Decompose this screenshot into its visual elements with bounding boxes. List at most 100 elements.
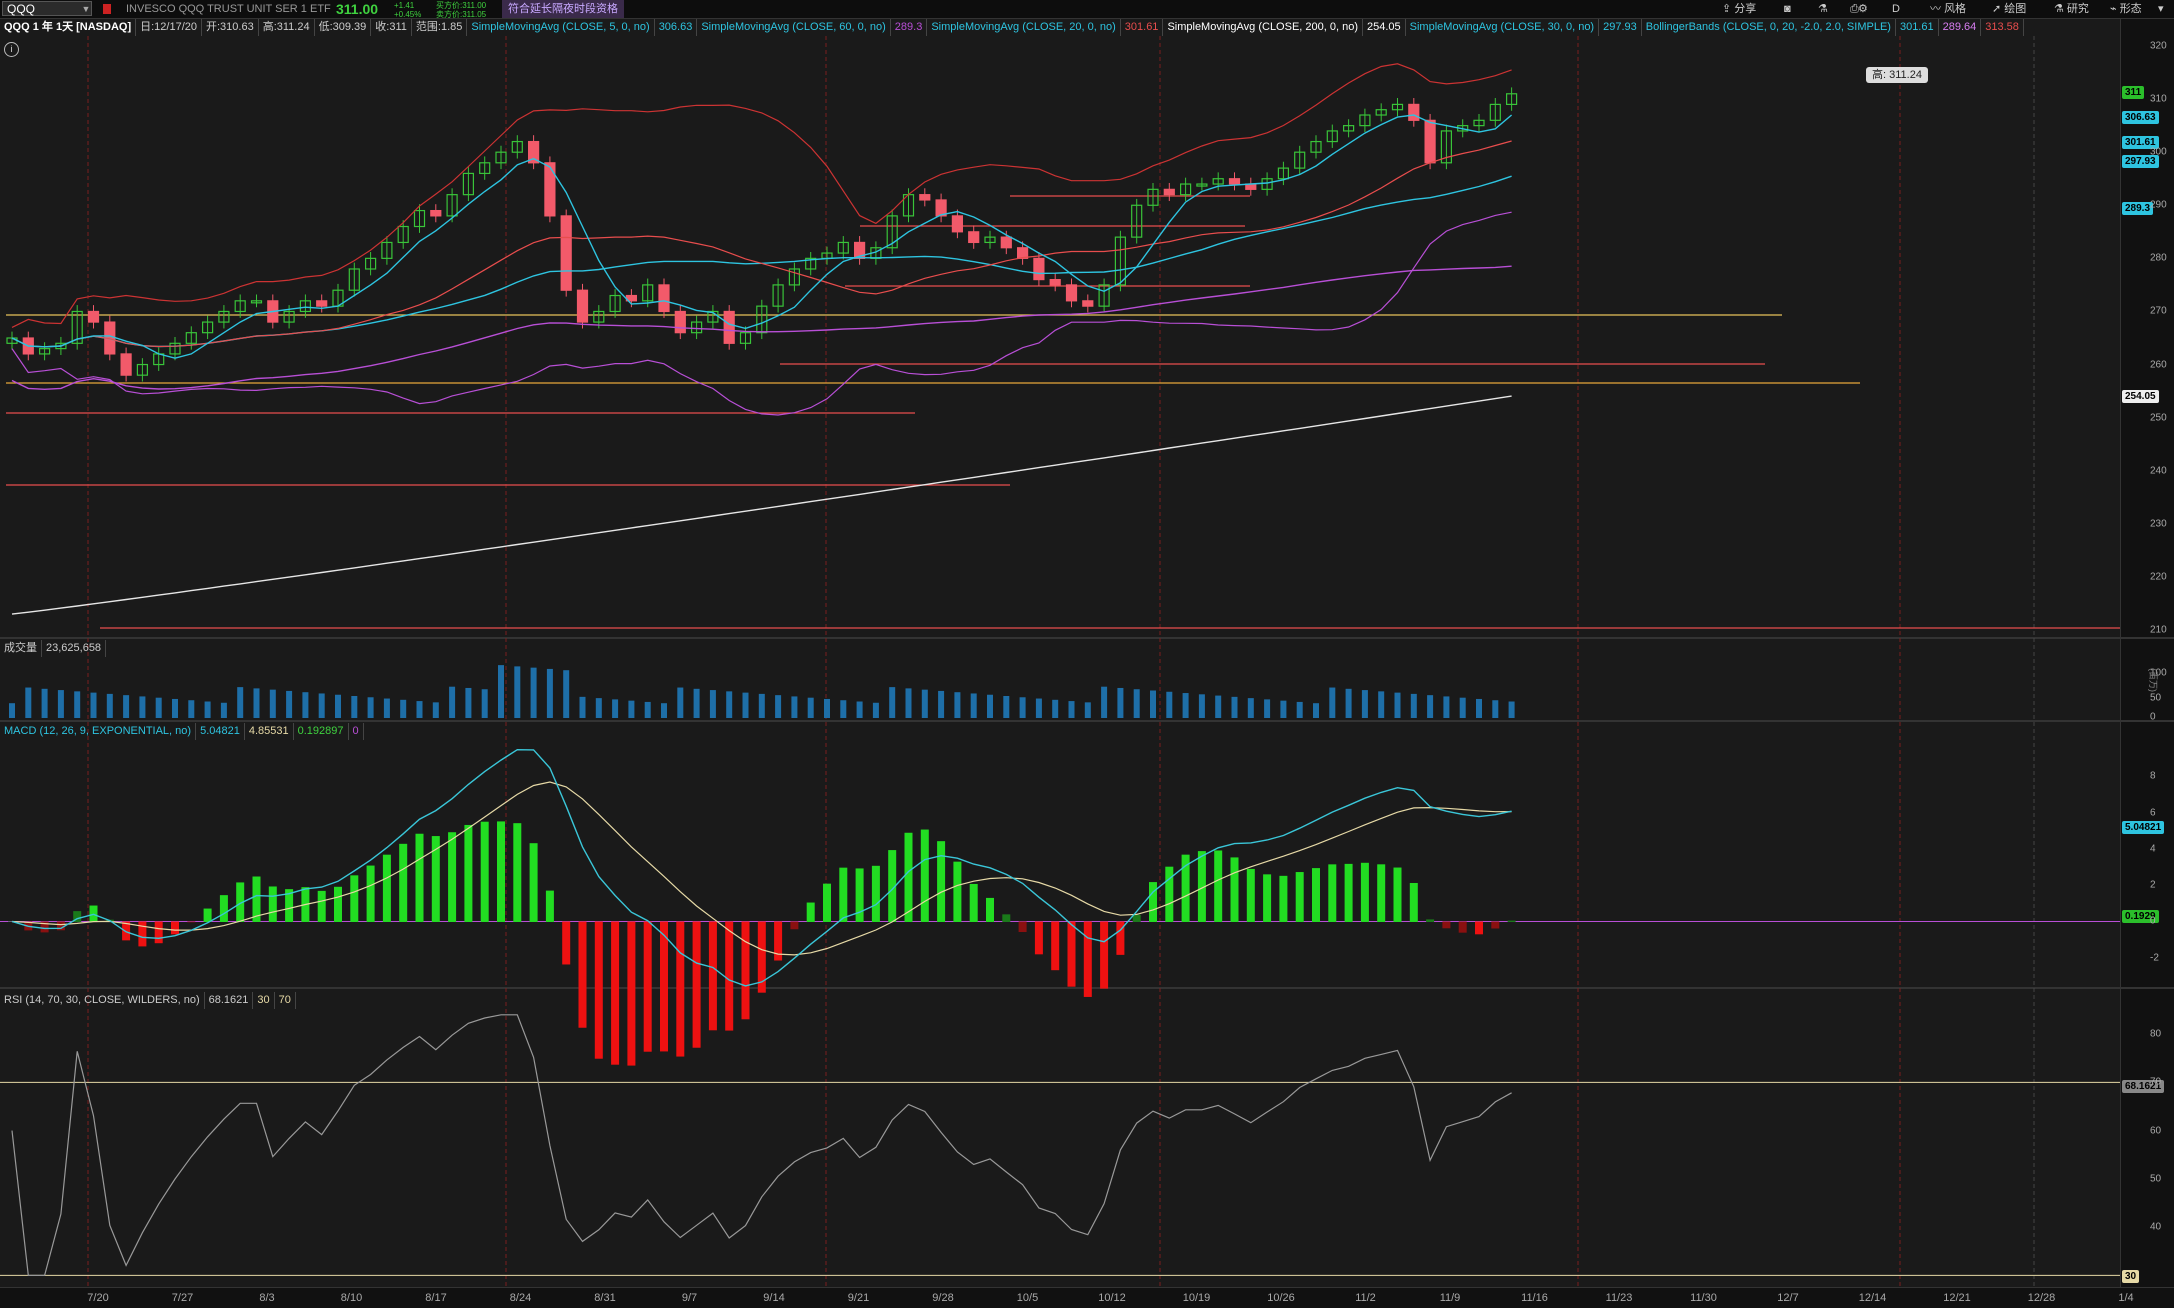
volume-bar	[612, 699, 619, 718]
volume-bar	[1215, 695, 1222, 718]
volume-bar	[775, 695, 782, 718]
macd-histogram-bar	[1442, 921, 1451, 929]
sma60-legend[interactable]: SimpleMovingAvg (CLOSE, 60, 0, no)	[697, 19, 891, 36]
volume-bar	[123, 695, 130, 718]
rsi-tick: 40	[2150, 1221, 2162, 1233]
macd-histogram-bar	[1149, 882, 1157, 922]
candle-body	[1033, 257, 1045, 281]
volume-bar	[106, 693, 113, 718]
ohlc-low: 低:309.39	[315, 19, 372, 36]
candle-body	[919, 194, 931, 201]
volume-bar	[938, 690, 945, 718]
macd-histogram-bar	[1426, 919, 1435, 922]
time-tick: 11/23	[1605, 1292, 1633, 1304]
macd-histogram-bar	[1377, 864, 1386, 922]
volume-bar	[1101, 686, 1108, 718]
volume-bar	[416, 701, 423, 718]
price-tick: 230	[2150, 518, 2167, 530]
volume-bar	[432, 702, 439, 718]
volume-bar	[220, 702, 227, 718]
volume-bar	[758, 693, 765, 718]
macd-histogram-bar	[937, 841, 946, 922]
candle-body	[1082, 300, 1094, 307]
macd-histogram-bar	[545, 890, 554, 922]
rsi-legend: RSI (14, 70, 30, CLOSE, WILDERS, no) 68.1…	[0, 992, 296, 1009]
sma200-value: 254.05	[1363, 19, 1406, 36]
macd-histogram-bar	[219, 895, 228, 922]
macd-histogram-bar	[1067, 921, 1076, 987]
rsi-tick: 70	[2150, 1076, 2162, 1088]
price-tick: 220	[2150, 571, 2167, 583]
volume-bar	[889, 687, 896, 718]
macd-histogram-bar	[1083, 921, 1092, 997]
sma5-value: 306.63	[655, 19, 698, 36]
macd-label[interactable]: MACD (12, 26, 9, EXPONENTIAL, no)	[0, 723, 197, 740]
volume-bar	[579, 696, 586, 718]
macd-histogram-bar	[1328, 864, 1337, 922]
volume-bar	[1166, 691, 1173, 718]
macd-tick: 6	[2150, 807, 2156, 819]
volume-bar	[253, 688, 260, 718]
candle-body	[968, 231, 980, 244]
time-tick: 12/7	[1777, 1292, 1799, 1304]
time-tick: 8/24	[509, 1292, 532, 1304]
sma60-value: 289.3	[891, 19, 928, 36]
macd-histogram-bar	[1002, 914, 1011, 922]
candle-body	[1408, 103, 1420, 121]
volume-tick-0: 0	[2150, 711, 2156, 723]
sma30-value: 297.93	[1599, 19, 1642, 36]
sma5-legend[interactable]: SimpleMovingAvg (CLOSE, 5, 0, no)	[467, 19, 655, 36]
volume-bar	[237, 687, 244, 718]
rsi-label[interactable]: RSI (14, 70, 30, CLOSE, WILDERS, no)	[0, 992, 205, 1009]
volume-bar	[807, 697, 814, 718]
sma5-badge: 306.63	[2122, 111, 2159, 124]
bollinger-up: 313.58	[1981, 19, 2024, 36]
macd-histogram-bar	[1230, 857, 1239, 922]
volume-bar	[514, 666, 521, 718]
sma30-legend[interactable]: SimpleMovingAvg (CLOSE, 30, 0, no)	[1406, 19, 1600, 36]
price-tick: 300	[2150, 146, 2167, 158]
sma20-legend[interactable]: SimpleMovingAvg (CLOSE, 20, 0, no)	[927, 19, 1121, 36]
macd-histogram-bar	[594, 921, 603, 1059]
volume-bar	[1182, 693, 1189, 718]
time-tick: 7/27	[171, 1292, 194, 1304]
bollinger-legend[interactable]: BollingerBands (CLOSE, 0, 20, -2.0, 2.0,…	[1642, 19, 1896, 36]
volume-bar	[9, 703, 15, 718]
time-tick: 9/7	[681, 1292, 698, 1304]
sma200-legend[interactable]: SimpleMovingAvg (CLOSE, 200, 0, no)	[1163, 19, 1363, 36]
price-tick: 270	[2150, 305, 2167, 317]
volume-bar	[726, 691, 733, 718]
time-tick: 10/5	[1016, 1292, 1039, 1304]
last-price-badge: 311	[2122, 86, 2145, 99]
candle-body	[1424, 119, 1436, 164]
volume-bar	[921, 689, 928, 718]
volume-bar	[41, 688, 48, 718]
volume-bar	[1476, 698, 1482, 718]
volume-bar	[1508, 701, 1515, 718]
volume-unit: (百万)	[2148, 668, 2158, 692]
volume-bar	[824, 698, 830, 718]
volume-bar	[709, 690, 716, 718]
rsi-oversold: 30	[253, 992, 275, 1009]
candle-body	[658, 284, 670, 313]
macd-histogram-bar	[1409, 882, 1418, 922]
bollinger-low: 289.64	[1939, 19, 1982, 36]
price-tick: 320	[2150, 40, 2167, 52]
volume-bar	[400, 699, 407, 718]
volume-bar	[74, 691, 81, 718]
volume-bar	[286, 690, 293, 718]
macd-histogram-bar	[187, 921, 196, 923]
volume-bar	[1378, 691, 1385, 718]
macd-histogram-bar	[415, 833, 424, 922]
volume-bar	[1313, 703, 1319, 718]
volume-legend: 成交量 23,625,658	[0, 640, 107, 657]
time-tick: 8/17	[425, 1292, 447, 1304]
volume-bar	[546, 668, 553, 718]
volume-bar	[1035, 698, 1042, 718]
chart-canvas[interactable]	[0, 0, 2174, 1307]
time-tick: 9/28	[932, 1292, 954, 1304]
ohlc-close: 收:311	[371, 19, 412, 36]
macd-histogram-bar	[448, 832, 457, 922]
info-icon[interactable]: i	[4, 42, 19, 57]
volume-bar	[1296, 701, 1303, 718]
